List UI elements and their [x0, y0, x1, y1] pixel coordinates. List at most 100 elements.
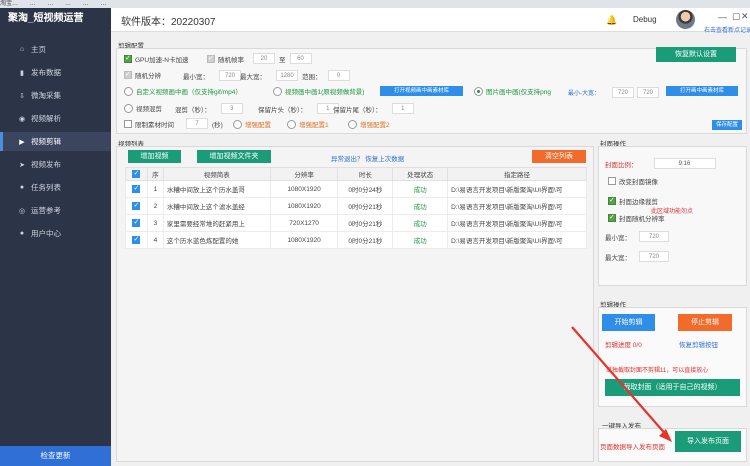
- max-width-input[interactable]: 1280: [276, 70, 298, 81]
- limit-option[interactable]: 限制素材时间: [124, 119, 174, 129]
- sidebar-item-edit[interactable]: ▶ 视频剪辑: [0, 132, 111, 151]
- column-header: 视频简表: [162, 167, 271, 181]
- check-update-button[interactable]: 检查更新: [0, 446, 111, 466]
- table-row[interactable]: ✓ 3 家里需要经常堆的赶紧用上 720X1270 0时0分21秒 成功 D:\…: [125, 214, 587, 232]
- video-path: D:\易语言开发项目\新版聚淘\UI界面\可: [447, 180, 587, 198]
- gpu-option[interactable]: GPU加速-N卡加速: [124, 54, 188, 64]
- random-frame-option[interactable]: 随机帧率: [207, 54, 244, 64]
- cover-color-option[interactable]: 封面随机分辨率: [608, 213, 665, 223]
- start-edit-button[interactable]: 开始剪辑: [602, 314, 655, 331]
- sidebar-item-parse[interactable]: ◉ 视频解析: [0, 109, 111, 128]
- select-all-checkbox[interactable]: ✓: [132, 170, 141, 178]
- custom-overlay-option[interactable]: 自定义视频画中画（仅支持gif/mp4）: [124, 86, 242, 96]
- min-width-input[interactable]: 720: [219, 70, 241, 81]
- maximize-icon[interactable]: ☐: [732, 12, 740, 23]
- import-publish-button[interactable]: 导入发布页面: [675, 431, 741, 452]
- header: 软件版本：20220307 🔔 Debug — ☐ ✕ 右击查看新点记录: [111, 8, 750, 34]
- home-icon: ⌂: [19, 46, 25, 53]
- sidebar-item-home[interactable]: ⌂ 主页: [0, 40, 111, 59]
- row-checkbox[interactable]: ✓: [132, 219, 141, 227]
- range-group: 范围： 0: [302, 70, 350, 81]
- cover-edge-option[interactable]: 封面边缘裁剪: [608, 196, 658, 206]
- sidebar-item-collect[interactable]: ⇩ 微淘采集: [0, 86, 111, 105]
- row-checkbox[interactable]: ✓: [132, 202, 141, 210]
- save-config-button[interactable]: 保存配置: [712, 120, 742, 130]
- table-row[interactable]: ✓ 1 水糟中间放上这个历水盖哥 1080X1920 0时0分24秒 成功 D:…: [125, 180, 587, 198]
- table-row[interactable]: ✓ 4 这个历水蓝色炼配置的她 1080X1920 0时0分21秒 成功 D:\…: [125, 231, 587, 249]
- overlay1-radio[interactable]: [273, 86, 282, 96]
- custom-overlay-radio[interactable]: [124, 86, 133, 96]
- column-header-select[interactable]: ✓: [125, 167, 148, 181]
- browser-tab[interactable]: …: [47, 0, 53, 8]
- browser-tab[interactable]: …: [83, 0, 89, 8]
- close-icon[interactable]: ✕: [741, 11, 749, 22]
- random-split-checkbox[interactable]: [124, 70, 132, 79]
- keep-tail-input[interactable]: 1: [391, 103, 414, 114]
- size-max-input[interactable]: 720: [637, 87, 659, 98]
- sidebar-item-publish-data[interactable]: ▮ 发布数据: [0, 63, 111, 82]
- play-square-icon: ▶: [19, 138, 25, 146]
- enhance1-radio[interactable]: [287, 119, 296, 129]
- video-path: D:\易语言开发项目\新版聚淘\UI界面\可: [447, 214, 587, 232]
- enhance2-option[interactable]: 增强配置2: [348, 119, 390, 129]
- browser-tab[interactable]: 淘宝…: [0, 0, 18, 8]
- minimize-icon[interactable]: —: [718, 12, 727, 22]
- sidebar-item-user-center[interactable]: ● 用户中心: [0, 224, 111, 243]
- image-overlay-option[interactable]: 图片画中画(仅支持png: [474, 86, 551, 96]
- add-video-button[interactable]: 增加视频: [128, 150, 181, 163]
- sidebar-item-reference[interactable]: ◎ 运营参考: [0, 201, 111, 220]
- software-version: 软件版本：20220307: [121, 17, 216, 28]
- restore-edit-button[interactable]: 恢复剪辑按钮: [679, 339, 718, 349]
- open-overlay-library-button[interactable]: 打开视频画中画素材库: [380, 86, 463, 96]
- mix-radio[interactable]: [124, 103, 133, 113]
- browser-tab[interactable]: …: [30, 0, 36, 8]
- add-video-folder-button[interactable]: 增加视频文件夹: [197, 150, 271, 163]
- random-frame-checkbox[interactable]: [207, 54, 215, 63]
- video-path: D:\易语言开发项目\新版聚淘\UI界面\可: [447, 231, 587, 249]
- enhance2-radio[interactable]: [348, 119, 357, 129]
- restore-defaults-button[interactable]: 恢复默认设置: [656, 47, 736, 62]
- cover-min-width-input[interactable]: 720: [639, 231, 669, 242]
- sidebar-nav: ⌂ 主页 ▮ 发布数据 ⇩ 微淘采集 ◉ 视频解析 ▶ 视频剪辑 ➤ 视频发布 ● 任务列表 …: [0, 40, 111, 243]
- blend-input[interactable]: 3: [220, 103, 243, 114]
- capture-cover-button[interactable]: 截取封面（适用于自己的视频）: [605, 379, 740, 396]
- cover-mirror-checkbox[interactable]: [608, 177, 616, 185]
- browser-tab[interactable]: …: [65, 0, 71, 8]
- browser-tab[interactable]: …: [100, 0, 106, 8]
- mix-option[interactable]: 视频混剪: [124, 103, 162, 113]
- row-checkbox[interactable]: ✓: [132, 185, 141, 193]
- limit-input[interactable]: 7: [186, 118, 208, 129]
- enhance-radio[interactable]: [233, 119, 242, 129]
- size-min-input[interactable]: 720: [612, 87, 634, 98]
- user-name[interactable]: Debug: [633, 15, 657, 24]
- frame-to-input[interactable]: 60: [289, 53, 312, 64]
- cover-color-checkbox[interactable]: [608, 213, 616, 222]
- range-input[interactable]: 0: [327, 70, 350, 81]
- sidebar-item-tasks[interactable]: ● 任务列表: [0, 178, 111, 197]
- video-duration: 0时0分21秒: [337, 214, 394, 232]
- column-header: 时长: [337, 167, 394, 181]
- enhance1-option[interactable]: 增强配置1: [287, 119, 329, 129]
- cover-edge-checkbox[interactable]: [608, 196, 616, 205]
- random-split-option[interactable]: 随机分辨: [124, 70, 161, 80]
- changelog-tip[interactable]: 右击查看新点记录: [704, 25, 750, 34]
- cover-mirror-option[interactable]: 改变封面镜像: [608, 176, 658, 186]
- limit-checkbox[interactable]: [124, 120, 132, 128]
- image-overlay-radio[interactable]: [474, 86, 483, 96]
- avatar[interactable]: [676, 10, 695, 29]
- cover-max-width-input[interactable]: 720: [639, 251, 669, 262]
- gpu-checkbox[interactable]: [124, 54, 132, 63]
- bell-icon[interactable]: 🔔: [606, 15, 617, 26]
- recover-data-link[interactable]: 异常退出？ 恢复上次数据: [331, 153, 404, 163]
- frame-from-input[interactable]: 20: [253, 53, 275, 64]
- clear-list-button[interactable]: 清空列表: [532, 150, 586, 163]
- enhance-option[interactable]: 增强配置: [233, 119, 271, 129]
- row-checkbox[interactable]: ✓: [132, 236, 141, 244]
- table-row[interactable]: ✓ 2 水糟中间放上这个滤水盖经 1080X1920 0时0分21秒 成功 D:…: [125, 197, 587, 215]
- stop-edit-button[interactable]: 停止剪辑: [678, 314, 732, 331]
- column-header: 分辨率: [269, 167, 339, 181]
- sidebar-item-video-publish[interactable]: ➤ 视频发布: [0, 155, 111, 174]
- overlay1-option[interactable]: 视频画中画1(原视频做背景): [273, 86, 364, 96]
- open-image-library-button[interactable]: 打开画中画素材库: [666, 86, 738, 96]
- cover-ratio-input[interactable]: 9:16: [653, 158, 716, 169]
